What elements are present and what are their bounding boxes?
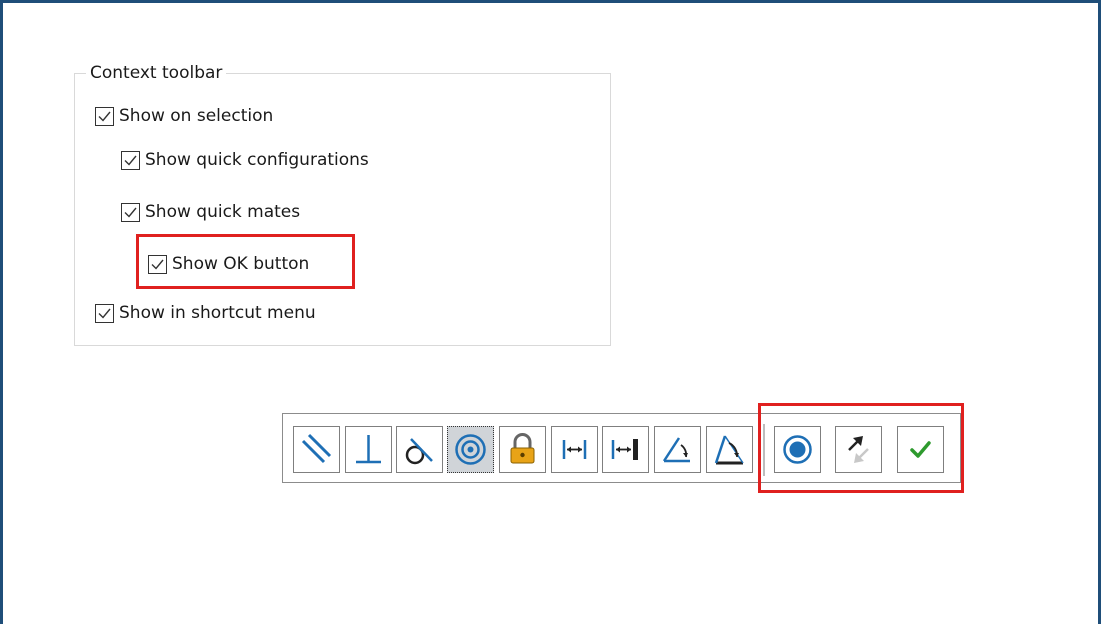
checkmark-icon (98, 111, 111, 122)
checkbox[interactable] (148, 254, 167, 274)
tangent-mate-button[interactable] (396, 426, 443, 473)
angle-limit-mate-button[interactable] (706, 426, 753, 473)
perpendicular-mate-button[interactable] (345, 426, 392, 473)
parallel-mate-button[interactable] (293, 426, 340, 473)
tangent-icon (405, 438, 433, 465)
option-show-in-shortcut-menu[interactable]: Show in shortcut menu (95, 301, 316, 325)
aligned-button[interactable] (774, 426, 821, 473)
angle-mate-button[interactable] (654, 426, 701, 473)
option-label: Show quick mates (145, 202, 301, 222)
angle-limit-icon (714, 435, 744, 465)
option-show-quick-mates[interactable]: Show quick mates (121, 200, 300, 224)
flip-alignment-button[interactable] (835, 426, 882, 473)
checkmark-icon (98, 308, 111, 319)
distance-limit-mate-button[interactable] (602, 426, 649, 473)
option-show-on-selection[interactable]: Show on selection (95, 104, 273, 128)
option-label: Show OK button (172, 254, 310, 274)
option-show-ok-button[interactable]: Show OK button (148, 252, 309, 276)
option-show-quick-configurations[interactable]: Show quick configurations (121, 148, 369, 172)
aligned-radio-icon (783, 435, 812, 464)
checkbox[interactable] (121, 202, 140, 222)
distance-limit-icon (611, 439, 638, 460)
parallel-icon (301, 433, 332, 464)
lock-mate-button[interactable] (499, 426, 546, 473)
checkmark-icon (151, 259, 164, 270)
checkbox[interactable] (95, 106, 114, 126)
checkbox[interactable] (121, 150, 140, 170)
perpendicular-icon (356, 435, 381, 464)
concentric-icon (455, 434, 486, 465)
ok-button[interactable] (897, 426, 944, 473)
option-label: Show on selection (119, 106, 274, 126)
angle-icon (662, 437, 690, 463)
ok-checkmark-icon (910, 441, 931, 458)
checkmark-icon (124, 207, 137, 218)
group-legend: Context toolbar (86, 63, 227, 83)
checkmark-icon (124, 155, 137, 166)
checkbox[interactable] (95, 303, 114, 323)
concentric-mate-button[interactable] (447, 426, 494, 473)
option-label: Show quick configurations (145, 150, 369, 170)
lock-icon (510, 433, 535, 464)
option-label: Show in shortcut menu (119, 303, 316, 323)
flip-alignment-icon (848, 436, 869, 463)
distance-mate-button[interactable] (551, 426, 598, 473)
distance-icon (562, 440, 587, 459)
